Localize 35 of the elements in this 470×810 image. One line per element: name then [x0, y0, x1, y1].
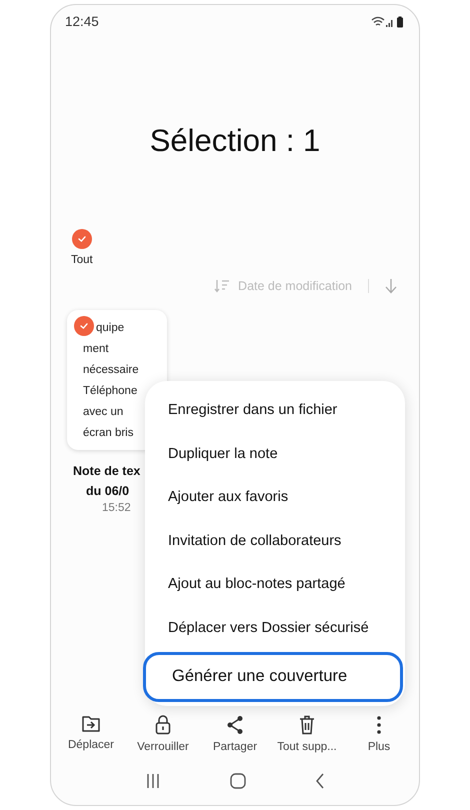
note-time: 15:52: [102, 502, 131, 514]
menu-item[interactable]: Invitation de collaborateurs: [145, 520, 405, 563]
sort-icon: [214, 279, 230, 293]
note-preview-text: quipe: [96, 321, 124, 336]
menu-item[interactable]: Ajouter aux favoris: [145, 476, 405, 520]
action-label: Verrouiller: [137, 741, 189, 753]
lock-icon[interactable]: [155, 715, 171, 735]
note-card[interactable]: quipe ment nécessaire Téléphone avec un écran bris: [67, 310, 167, 450]
recent-apps-icon[interactable]: [145, 773, 162, 789]
home-icon[interactable]: [230, 773, 246, 789]
note-preview-text: écran bris: [83, 426, 134, 441]
note-preview-text: avec un: [83, 405, 124, 420]
note-checkbox[interactable]: [74, 316, 94, 336]
note-title: du 06/0: [86, 484, 130, 498]
note-preview-text: Téléphone: [83, 384, 138, 399]
status-icons-drawing: [371, 16, 405, 28]
note-title: Note de tex: [73, 464, 140, 478]
folder-arrow-icon[interactable]: [81, 715, 101, 733]
menu-item[interactable]: Générer une couverture: [143, 652, 403, 702]
back-icon[interactable]: [314, 773, 325, 789]
note-preview-text: nécessaire: [83, 363, 139, 378]
more-icon[interactable]: [376, 715, 382, 735]
action-label: Tout supp...: [277, 741, 337, 753]
menu-item[interactable]: Ajout au bloc-notes partagé: [145, 563, 405, 606]
action-label: Partager: [212, 741, 258, 753]
trash-icon[interactable]: [299, 715, 315, 735]
select-all-label: Tout: [71, 254, 93, 266]
menu-item[interactable]: Déplacer vers Dossier sécurisé: [145, 606, 405, 650]
select-all-checkbox[interactable]: [72, 229, 92, 249]
share-icon[interactable]: [226, 715, 244, 735]
status-time: 12:45: [65, 14, 99, 29]
selection-title: Sélection : 1: [148, 123, 322, 159]
note-preview-text: ment: [83, 342, 109, 357]
action-label: Déplacer: [68, 739, 114, 751]
action-label: Plus: [368, 741, 390, 753]
